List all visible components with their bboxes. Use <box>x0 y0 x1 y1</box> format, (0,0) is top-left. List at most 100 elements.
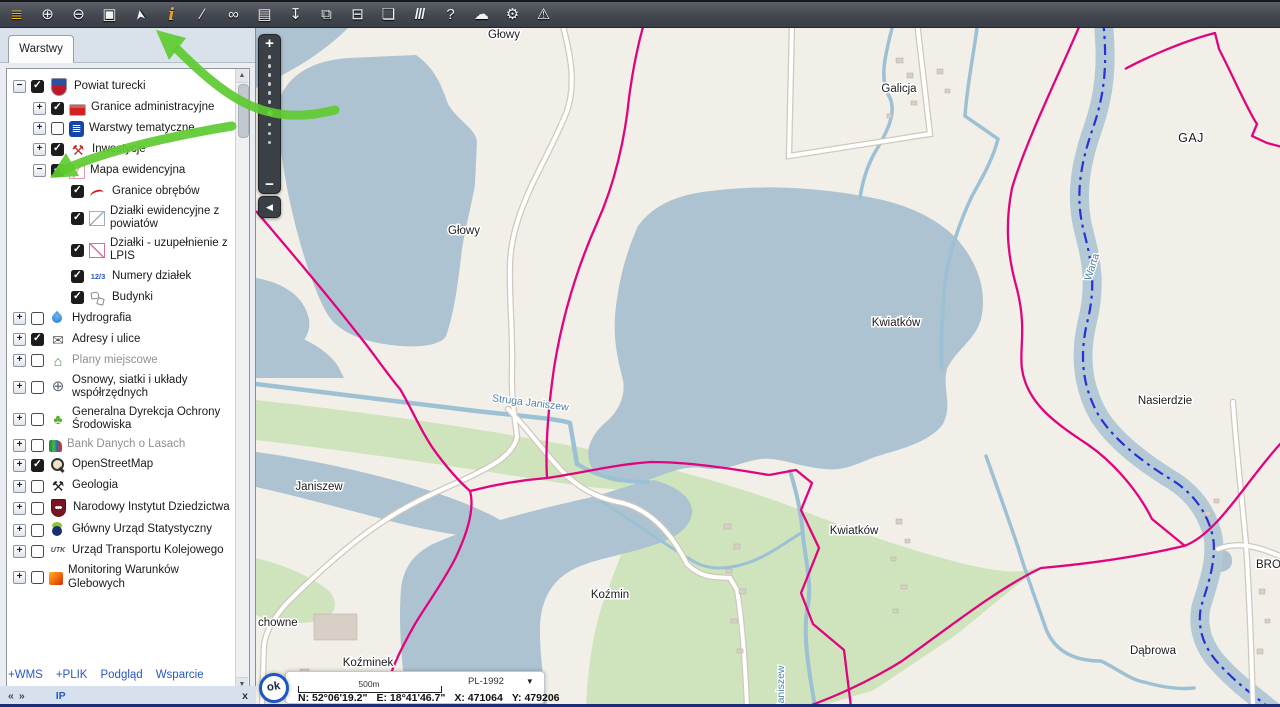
zoom-level-dot[interactable] <box>268 100 272 104</box>
layer-checkbox[interactable] <box>71 270 84 283</box>
layer-checkbox[interactable] <box>31 439 44 452</box>
layer-checkbox[interactable] <box>31 413 44 426</box>
comment-icon[interactable]: ❏ <box>378 3 399 27</box>
layer-row[interactable]: − Mapa ewidencyjna <box>7 160 235 181</box>
layer-row[interactable]: +UTKUrząd Transportu Kolejowego <box>7 541 235 562</box>
sidebar-link[interactable]: +WMS <box>8 669 43 681</box>
layer-checkbox[interactable] <box>31 80 44 93</box>
expand-icon[interactable]: + <box>13 545 26 558</box>
zoom-level-dot[interactable] <box>266 109 274 117</box>
layer-label[interactable]: Powiat turecki <box>74 80 146 94</box>
layer-label[interactable]: Bank Danych o Lasach <box>67 438 185 452</box>
layer-label[interactable]: Główny Urząd Statystyczny <box>72 523 212 537</box>
layer-label[interactable]: Osnowy, siatki i układy współrzędnych <box>72 374 232 401</box>
copy-frames-icon[interactable]: ⧉ <box>316 3 337 27</box>
layer-row[interactable]: + Generalna Dyrekcja Ochrony Środowiska <box>7 403 235 435</box>
expand-icon[interactable]: + <box>13 571 26 584</box>
layer-row[interactable]: +Plany miejscowe <box>7 350 235 371</box>
layer-row[interactable]: −Powiat turecki <box>7 75 235 98</box>
layer-checkbox[interactable] <box>71 185 84 198</box>
info-icon[interactable]: i <box>161 3 182 27</box>
layer-row[interactable]: +Hydrografia <box>7 308 235 329</box>
sidebar-link[interactable]: Wsparcie <box>156 669 204 681</box>
sidebar-link[interactable]: +PLIK <box>56 669 88 681</box>
layer-row[interactable]: Działki ewidencyjne z powiatów <box>7 202 235 234</box>
settings-icon[interactable]: ⚙ <box>502 3 523 27</box>
layer-checkbox[interactable] <box>51 102 64 115</box>
layer-checkbox[interactable] <box>71 212 84 225</box>
layer-checkbox[interactable] <box>31 480 44 493</box>
layer-label[interactable]: Adresy i ulice <box>72 333 140 347</box>
zoom-out-icon[interactable]: ⊖ <box>68 3 89 27</box>
zoom-in-button[interactable]: + <box>265 35 274 52</box>
zoom-slider[interactable] <box>266 52 274 176</box>
sidebar-link[interactable]: Podgląd <box>100 669 142 681</box>
alert-icon[interactable]: ⚠ <box>533 3 554 27</box>
expand-icon[interactable]: + <box>13 439 26 452</box>
layer-checkbox[interactable] <box>31 459 44 472</box>
layer-row[interactable]: +Osnowy, siatki i układy współrzędnych <box>7 371 235 403</box>
layer-label[interactable]: Monitoring Warunków Glebowych <box>68 564 228 591</box>
layer-row[interactable]: Działki - uzupełnienie z LPIS <box>7 234 235 266</box>
zoom-in-icon[interactable]: ⊕ <box>37 3 58 27</box>
layer-checkbox[interactable] <box>31 502 44 515</box>
expand-icon[interactable]: + <box>13 459 26 472</box>
expand-icon[interactable]: + <box>13 524 26 537</box>
layer-checkbox[interactable] <box>31 545 44 558</box>
layer-checkbox[interactable] <box>31 524 44 537</box>
layer-row[interactable]: + Narodowy Instytut Dziedzictwa <box>7 497 235 520</box>
layer-label[interactable]: Działki ewidencyjne z powiatów <box>110 205 233 232</box>
layer-label[interactable]: Budynki <box>112 291 153 305</box>
zoom-level-dot[interactable] <box>268 141 272 145</box>
layer-label[interactable]: Hydrografia <box>72 312 131 326</box>
page-prev-button[interactable]: « <box>8 690 14 702</box>
sidebar-close-button[interactable]: x <box>242 690 248 702</box>
layer-tree-scrollbar[interactable]: ▲ ▼ <box>235 69 249 691</box>
zoom-level-dot[interactable] <box>268 123 272 127</box>
tab-warstwy[interactable]: Warstwy <box>8 35 74 63</box>
locate-icon[interactable]: ↧ <box>285 3 306 27</box>
layer-label[interactable]: OpenStreetMap <box>72 458 153 472</box>
measure-icon[interactable]: ∕ <box>192 3 213 27</box>
layer-row[interactable]: + Bank Danych o Lasach <box>7 436 235 455</box>
pointer-icon[interactable]: ➤ <box>127 2 154 27</box>
page-next-button[interactable]: » <box>19 690 25 702</box>
zoom-level-dot[interactable] <box>268 55 272 59</box>
map-canvas[interactable]: GłowyGłowyGalicjaGAJKwiatkówNasierdzieJa… <box>256 28 1280 707</box>
layer-label[interactable]: Numery działek <box>112 270 191 284</box>
layer-checkbox[interactable] <box>31 381 44 394</box>
layout-icon[interactable]: ⊟ <box>347 3 368 27</box>
map-viewport[interactable]: GłowyGłowyGalicjaGAJKwiatkówNasierdzieJa… <box>256 28 1280 707</box>
layer-checkbox[interactable] <box>51 143 64 156</box>
expand-icon[interactable]: + <box>33 122 46 135</box>
expand-icon[interactable]: + <box>13 502 26 515</box>
layer-row[interactable]: Budynki <box>7 287 235 308</box>
select-region-icon[interactable]: ▣ <box>99 3 120 27</box>
zoom-level-dot[interactable] <box>268 91 272 95</box>
zoom-level-dot[interactable] <box>268 73 272 77</box>
expand-icon[interactable]: + <box>13 354 26 367</box>
expand-icon[interactable]: + <box>13 413 26 426</box>
layer-label[interactable]: Narodowy Instytut Dziedzictwa <box>73 501 230 515</box>
layer-row[interactable]: +Adresy i ulice <box>7 329 235 350</box>
layer-label[interactable]: Mapa ewidencyjna <box>90 164 185 178</box>
zoom-level-dot[interactable] <box>268 132 272 136</box>
expand-icon[interactable]: + <box>33 143 46 156</box>
ok-button[interactable]: ok <box>259 673 289 703</box>
projection-select[interactable]: PL-1992 <box>468 676 504 687</box>
layer-checkbox[interactable] <box>51 164 64 177</box>
layer-row[interactable]: Granice obrębów <box>7 181 235 202</box>
layer-checkbox[interactable] <box>51 122 64 135</box>
collapse-icon[interactable]: − <box>33 164 46 177</box>
layer-label[interactable]: Działki - uzupełnienie z LPIS <box>110 237 233 264</box>
layer-row[interactable]: + OpenStreetMap <box>7 455 235 476</box>
layer-label[interactable]: Inwestycje <box>92 143 146 157</box>
layer-row[interactable]: + Główny Urząd Statystyczny <box>7 520 235 541</box>
expand-icon[interactable]: + <box>13 480 26 493</box>
expand-icon[interactable]: + <box>33 102 46 115</box>
chevron-down-icon[interactable]: ▼ <box>526 677 534 686</box>
layer-checkbox[interactable] <box>31 312 44 325</box>
sidebar-collapse-button[interactable]: ◀ <box>258 196 281 218</box>
layer-label[interactable]: Generalna Dyrekcja Ochrony Środowiska <box>72 406 232 433</box>
help-icon[interactable]: ? <box>440 3 461 27</box>
